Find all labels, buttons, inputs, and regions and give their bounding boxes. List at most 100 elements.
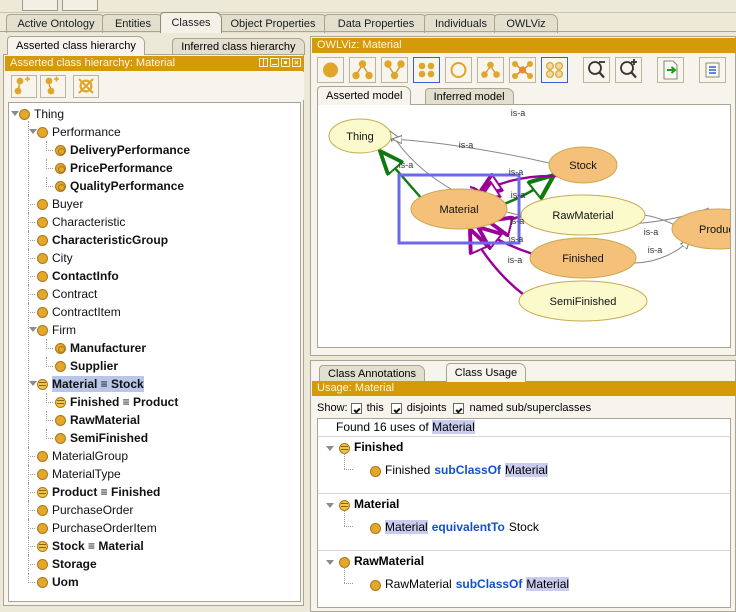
tree-item[interactable]: Storage bbox=[9, 555, 300, 573]
class-circle-icon bbox=[19, 109, 30, 120]
usage-results-list[interactable]: Found 16 uses of Material Finished Finish… bbox=[317, 418, 731, 608]
tree-item[interactable]: Characteristic bbox=[9, 213, 300, 231]
radial-layout-icon[interactable] bbox=[509, 57, 536, 83]
usage-tab-class-annotations[interactable]: Class Annotations bbox=[319, 365, 426, 382]
class-circle-icon bbox=[37, 289, 48, 300]
class-graph[interactable]: Thing Stock Material RawMaterial Finished Sem… bbox=[318, 105, 730, 347]
tree-item[interactable]: Product ≡ Finished bbox=[9, 483, 300, 501]
tree-connector bbox=[344, 567, 345, 583]
add-subclass-icon[interactable] bbox=[11, 75, 37, 98]
toolbar-button-1[interactable] bbox=[22, 0, 58, 11]
expand-arrow-icon[interactable] bbox=[11, 111, 19, 116]
tree-item[interactable]: Supplier bbox=[9, 357, 300, 375]
tree-connector bbox=[28, 582, 35, 583]
add-sibling-class-icon[interactable] bbox=[40, 75, 66, 98]
usage-tab-class-usage[interactable]: Class Usage bbox=[445, 363, 527, 382]
tree-item[interactable]: Contract bbox=[9, 285, 300, 303]
hierarchy-tab-asserted[interactable]: Asserted class hierarchy bbox=[7, 36, 145, 55]
expand-arrow-icon[interactable] bbox=[326, 446, 334, 451]
hierarchy-tab-inferred[interactable]: Inferred class hierarchy bbox=[172, 38, 305, 55]
tree-item[interactable]: Firm bbox=[9, 321, 300, 339]
class-circle-icon bbox=[37, 199, 48, 210]
model-tab-asserted[interactable]: Asserted model bbox=[317, 86, 412, 105]
axiom-keyword: equivalentTo bbox=[431, 520, 505, 534]
tree-item[interactable]: Stock ≡ Material bbox=[9, 537, 300, 555]
expand-arrow-icon[interactable] bbox=[326, 503, 334, 508]
tree-item[interactable]: ContactInfo bbox=[9, 267, 300, 285]
maximize-icon[interactable] bbox=[281, 58, 290, 67]
show-superclasses-icon[interactable] bbox=[381, 57, 408, 83]
tree-item[interactable]: Buyer bbox=[9, 195, 300, 213]
tree-connector bbox=[28, 474, 35, 475]
hierarchy-tab-bar: Asserted class hierarchy Inferred class h… bbox=[3, 36, 306, 55]
class-circle-icon bbox=[37, 253, 48, 264]
owlviz-graph-canvas[interactable]: Thing Stock Material RawMaterial Finished Sem… bbox=[317, 104, 731, 348]
svg-text:is-a: is-a bbox=[459, 140, 474, 150]
usage-group[interactable]: Finished Finished subClassOf Material bbox=[318, 437, 730, 494]
expand-arrow-icon[interactable] bbox=[29, 327, 37, 332]
close-icon[interactable] bbox=[292, 58, 301, 67]
tree-item-label: Product ≡ Finished bbox=[52, 485, 161, 499]
options-list-icon[interactable] bbox=[699, 57, 726, 83]
tree-connector bbox=[344, 510, 345, 526]
show-all-classes-icon[interactable] bbox=[413, 57, 440, 83]
tree-item[interactable]: Manufacturer bbox=[9, 339, 300, 357]
expand-arrow-icon[interactable] bbox=[29, 381, 37, 386]
model-tab-inferred[interactable]: Inferred model bbox=[424, 88, 514, 105]
tree-item[interactable]: QualityPerformance bbox=[9, 177, 300, 195]
outline-node-icon[interactable] bbox=[445, 57, 472, 83]
tree-item[interactable]: SemiFinished bbox=[9, 429, 300, 447]
tree-item[interactable]: PurchaseOrderItem bbox=[9, 519, 300, 537]
show-subclasses-icon[interactable] bbox=[349, 57, 376, 83]
tree-item[interactable]: RawMaterial bbox=[9, 411, 300, 429]
tree-item[interactable]: CharacteristicGroup bbox=[9, 231, 300, 249]
checkbox-named-sub-superclasses[interactable] bbox=[453, 402, 465, 414]
tree-connector bbox=[28, 312, 35, 313]
tree-item[interactable]: PricePerformance bbox=[9, 159, 300, 177]
expand-arrow-icon[interactable] bbox=[29, 129, 37, 134]
tree-item-label: RawMaterial bbox=[70, 413, 141, 427]
tree-item[interactable]: Uom bbox=[9, 573, 300, 591]
checkbox-label: named sub/superclasses bbox=[469, 402, 592, 414]
delete-class-icon[interactable] bbox=[73, 75, 99, 98]
tree-item-label: Thing bbox=[34, 107, 65, 121]
tree-connector bbox=[28, 276, 35, 277]
minimize-icon[interactable] bbox=[270, 58, 279, 67]
checkbox-disjoints[interactable] bbox=[390, 402, 402, 414]
tree-item[interactable]: City bbox=[9, 249, 300, 267]
show-node-icon[interactable] bbox=[317, 57, 344, 83]
tree-item[interactable]: Finished ≡ Product bbox=[9, 393, 300, 411]
axiom-object: Stock bbox=[508, 520, 539, 534]
class-circle-icon bbox=[370, 523, 381, 534]
tree-item[interactable]: MaterialGroup bbox=[9, 447, 300, 465]
class-circle-icon bbox=[37, 505, 48, 516]
tree-item[interactable]: ContractItem bbox=[9, 303, 300, 321]
tab-classes[interactable]: Classes bbox=[160, 12, 222, 33]
usage-group[interactable]: RawMaterial RawMaterial subClassOf Material bbox=[318, 551, 730, 607]
grid-layout-icon[interactable] bbox=[541, 57, 568, 83]
tree-connector bbox=[28, 564, 35, 565]
tree-item[interactable]: PurchaseOrder bbox=[9, 501, 300, 519]
tree-item[interactable]: Thing bbox=[9, 105, 300, 123]
tree-item-label: ContractItem bbox=[52, 305, 121, 319]
expand-arrow-icon[interactable] bbox=[326, 560, 334, 565]
export-image-icon[interactable] bbox=[657, 57, 684, 83]
tree-connector bbox=[46, 420, 53, 421]
class-circle-icon bbox=[55, 361, 66, 372]
class-circle-icon bbox=[37, 469, 48, 480]
tree-item[interactable]: Performance bbox=[9, 123, 300, 141]
zoom-in-icon[interactable] bbox=[615, 57, 642, 83]
tree-layout-icon[interactable] bbox=[477, 57, 504, 83]
split-icon[interactable] bbox=[259, 58, 268, 67]
checkbox-this[interactable] bbox=[350, 402, 362, 414]
usage-axiom: Material equivalentTo Stock bbox=[385, 520, 539, 534]
class-circle-icon bbox=[37, 307, 48, 318]
tree-item[interactable]: DeliveryPerformance bbox=[9, 141, 300, 159]
class-circle-ring-icon bbox=[55, 181, 66, 192]
usage-group[interactable]: Material Material equivalentTo Stock bbox=[318, 494, 730, 551]
tree-item[interactable]: Material ≡ Stock bbox=[9, 375, 300, 393]
zoom-out-icon[interactable] bbox=[583, 57, 610, 83]
toolbar-button-2[interactable] bbox=[62, 0, 98, 11]
tree-item[interactable]: MaterialType bbox=[9, 465, 300, 483]
class-tree[interactable]: Thing Performance DeliveryPerformance Price… bbox=[8, 102, 301, 602]
